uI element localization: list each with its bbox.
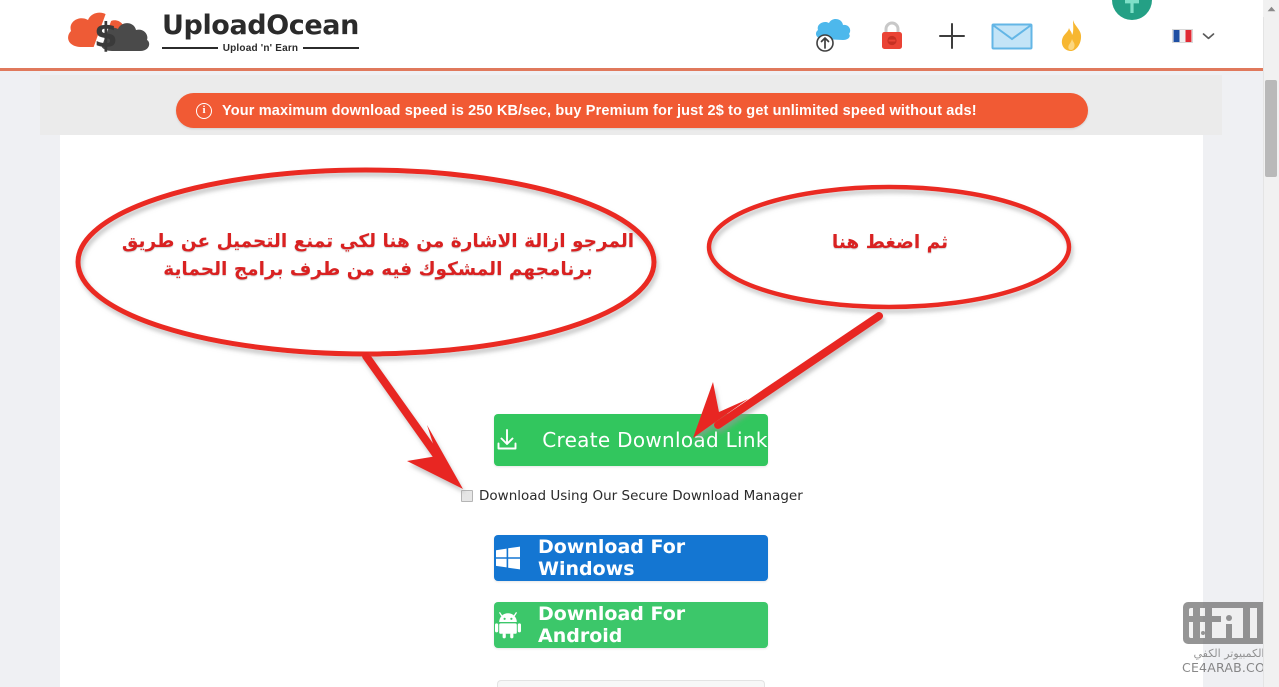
french-flag-icon	[1172, 28, 1193, 43]
language-switcher[interactable]	[1172, 28, 1215, 43]
logo-rule-left	[162, 47, 218, 50]
site-header: $ UploadOcean Upload 'n' Earn	[0, 0, 1263, 71]
download-for-android-label: Download For Android	[538, 603, 686, 647]
info-icon: i	[196, 102, 212, 119]
next-section-stub	[497, 680, 765, 687]
browser-page: $ UploadOcean Upload 'n' Earn i Your max…	[0, 0, 1279, 687]
cloud-dollar-logo-icon: $	[68, 12, 150, 57]
avatar-icon	[1112, 0, 1152, 20]
annotation-text-right: ثم اضغط هنا	[831, 232, 949, 253]
secure-download-manager-row[interactable]: Download Using Our Secure Download Manag…	[461, 488, 803, 504]
upload-cloud-icon	[815, 18, 851, 52]
upload-cloud-button[interactable]	[802, 0, 862, 71]
flame-icon	[1061, 19, 1082, 51]
secure-download-manager-label: Download Using Our Secure Download Manag…	[479, 488, 803, 504]
messages-button[interactable]	[982, 0, 1042, 71]
download-speed-banner[interactable]: i Your maximum download speed is 250 KB/…	[176, 93, 1088, 128]
header-icon-bar	[802, 0, 1215, 71]
watermark-arabic-text: الكمبيوتر الكفي	[1193, 647, 1265, 660]
android-logo-icon	[495, 612, 521, 639]
download-for-windows-label: Download For Windows	[538, 536, 686, 580]
hot-files-button[interactable]	[1042, 0, 1102, 71]
secure-download-manager-checkbox[interactable]	[461, 490, 473, 502]
create-download-link-button[interactable]: Create Download Link	[494, 414, 768, 466]
add-button[interactable]	[922, 0, 982, 71]
envelope-icon	[991, 23, 1033, 49]
download-arrow-icon	[497, 429, 517, 450]
logo-tagline: Upload 'n' Earn	[222, 42, 299, 54]
windows-logo-icon	[496, 546, 520, 570]
chevron-down-icon	[1202, 32, 1215, 39]
plus-icon	[939, 22, 965, 49]
site-logo[interactable]: $ UploadOcean Upload 'n' Earn	[62, 7, 359, 59]
lock-icon	[882, 21, 902, 49]
download-for-android-button[interactable]: Download For Android	[494, 602, 768, 648]
vertical-scrollbar-thumb[interactable]	[1265, 80, 1277, 177]
vertical-scrollbar-track[interactable]	[1263, 0, 1279, 687]
caret-up-icon	[1267, 6, 1275, 11]
scroll-up-arrow-button[interactable]	[1263, 0, 1279, 17]
logo-wordmark: UploadOcean	[162, 10, 359, 42]
download-for-windows-button[interactable]: Download For Windows	[494, 535, 768, 581]
logo-rule-right	[303, 47, 359, 50]
svg-text:$: $	[94, 16, 118, 56]
private-lock-button[interactable]	[862, 0, 922, 71]
annotation-text-left: المرجو ازالة الاشارة من هنا لكي تمنع الت…	[121, 231, 635, 280]
banner-message: Your maximum download speed is 250 KB/se…	[222, 102, 977, 119]
create-download-link-label: Create Download Link	[542, 428, 768, 452]
watermark-url: CE4ARAB.COM	[1182, 660, 1276, 675]
account-button[interactable]	[1102, 0, 1162, 71]
